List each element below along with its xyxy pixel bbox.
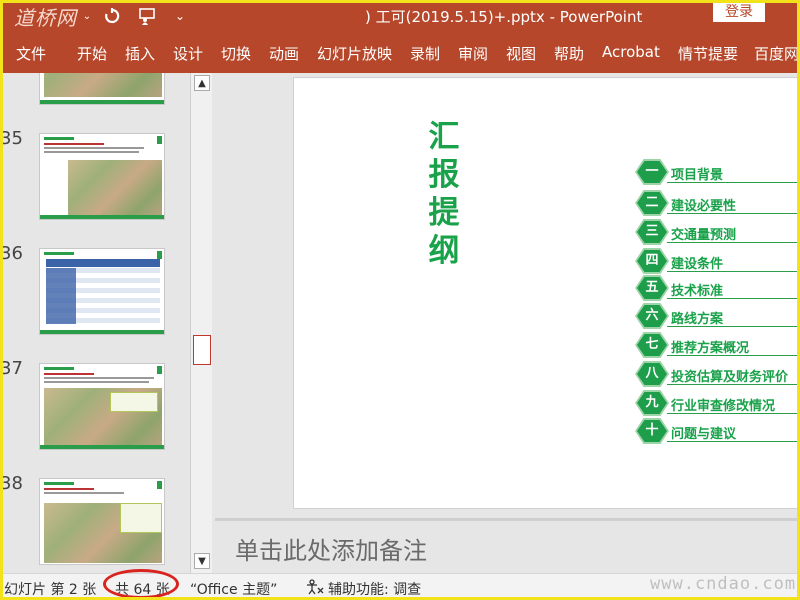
tab-home[interactable]: 开始 [77, 43, 107, 64]
agenda-item: 一项目背景 [635, 159, 800, 185]
slide-number: 35 [0, 128, 23, 149]
agenda-item: 五技术标准 [635, 275, 800, 301]
agenda-label: 行业审查修改情况 [671, 399, 776, 414]
slide-thumbnail[interactable] [39, 73, 165, 105]
tab-storyboard[interactable]: 情节提要 [678, 43, 738, 64]
scroll-up-arrow-icon[interactable]: ▲ [194, 75, 210, 91]
agenda-underline [667, 384, 800, 385]
tab-help[interactable]: 帮助 [554, 43, 584, 64]
accessibility-icon[interactable] [305, 579, 325, 599]
theme-status: “Office 主题” [190, 582, 278, 598]
site-watermark: www.cndao.com [650, 574, 797, 594]
notes-pane[interactable]: 单击此处添加备注 [215, 518, 800, 573]
slide-editor-area: 汇报提纲 一项目背景二建设必要性三交通量预测四建设条件五技术标准六路线方案七推荐… [215, 73, 800, 518]
slide-thumbnail[interactable] [39, 363, 165, 450]
agenda-label: 建设必要性 [671, 199, 737, 214]
agenda-underline [667, 298, 800, 299]
agenda-item: 二建设必要性 [635, 190, 800, 216]
tab-record[interactable]: 录制 [410, 43, 440, 64]
tab-slideshow[interactable]: 幻灯片放映 [317, 43, 392, 64]
agenda-underline [667, 242, 800, 243]
slide-thumbnail[interactable] [39, 248, 165, 335]
slide-number: 37 [0, 358, 23, 379]
chevron-down-icon[interactable]: ⌄ [80, 4, 94, 28]
slide-position-status: 幻灯片 第 2 张 [4, 582, 97, 598]
agenda-item: 七推荐方案概况 [635, 332, 800, 358]
agenda-underline [667, 213, 800, 214]
tab-acrobat[interactable]: Acrobat [602, 43, 660, 61]
undo-icon[interactable] [100, 4, 124, 28]
presenter-icon[interactable] [135, 4, 161, 28]
site-logo-watermark: 道桥网 [14, 6, 77, 30]
agenda-label: 问题与建议 [671, 427, 737, 442]
thumbnail-scrollbar[interactable]: ▲ ▼ [190, 73, 212, 573]
agenda-item: 九行业审查修改情况 [635, 390, 800, 416]
tab-view[interactable]: 视图 [506, 43, 536, 64]
slide-number: 38 [0, 473, 23, 494]
agenda-underline [667, 355, 800, 356]
tab-baidu[interactable]: 百度网 [754, 43, 799, 64]
tab-review[interactable]: 审阅 [458, 43, 488, 64]
tab-insert[interactable]: 插入 [125, 43, 155, 64]
agenda-label: 建设条件 [671, 257, 724, 272]
window-title: ) 工可(2019.5.15)+.pptx - PowerPoint [365, 8, 643, 26]
agenda-underline [667, 441, 800, 442]
agenda-label: 路线方案 [671, 312, 724, 327]
tab-animations[interactable]: 动画 [269, 43, 299, 64]
ribbon-tabs: 文件 开始 插入 设计 切换 动画 幻灯片放映 录制 审阅 视图 帮助 Acro… [0, 33, 800, 73]
agenda-label: 推荐方案概况 [671, 341, 750, 356]
agenda-underline [667, 271, 800, 272]
agenda-item: 四建设条件 [635, 248, 800, 274]
agenda-label: 投资估算及财务评价 [671, 370, 789, 385]
login-button[interactable]: 登录 [713, 2, 765, 22]
title-bar: 道桥网 ⌄ ⌄ ) 工可(2019.5.15)+.pptx - PowerPoi… [0, 0, 800, 33]
notes-placeholder[interactable]: 单击此处添加备注 [235, 531, 427, 566]
slide-thumbnail[interactable] [39, 133, 165, 220]
scroll-down-arrow-icon[interactable]: ▼ [194, 553, 210, 569]
accessibility-status[interactable]: 辅助功能: 调查 [328, 579, 421, 599]
customize-quick-access-icon[interactable]: ⌄ [172, 4, 188, 28]
agenda-underline [667, 182, 800, 183]
agenda-label: 项目背景 [671, 168, 724, 183]
slide-thumbnail-pane[interactable]: 35 36 37 38 [0, 73, 192, 573]
current-slide[interactable]: 汇报提纲 一项目背景二建设必要性三交通量预测四建设条件五技术标准六路线方案七推荐… [293, 77, 800, 509]
agenda-item: 八投资估算及财务评价 [635, 361, 800, 387]
tab-file[interactable]: 文件 [16, 43, 46, 64]
agenda-item: 三交通量预测 [635, 219, 800, 245]
tab-design[interactable]: 设计 [173, 43, 203, 64]
agenda-underline [667, 326, 800, 327]
highlight-circle [103, 569, 179, 599]
slide-number: 36 [0, 243, 23, 264]
agenda-underline [667, 413, 800, 414]
tab-transitions[interactable]: 切换 [221, 43, 251, 64]
agenda-label: 交通量预测 [671, 228, 737, 243]
agenda-item: 十问题与建议 [635, 418, 800, 444]
agenda-label: 技术标准 [671, 284, 724, 299]
slide-title: 汇报提纲 [428, 119, 460, 269]
agenda-item: 六路线方案 [635, 303, 800, 329]
slide-thumbnail[interactable] [39, 478, 165, 565]
scrollbar-thumb[interactable] [193, 335, 211, 365]
